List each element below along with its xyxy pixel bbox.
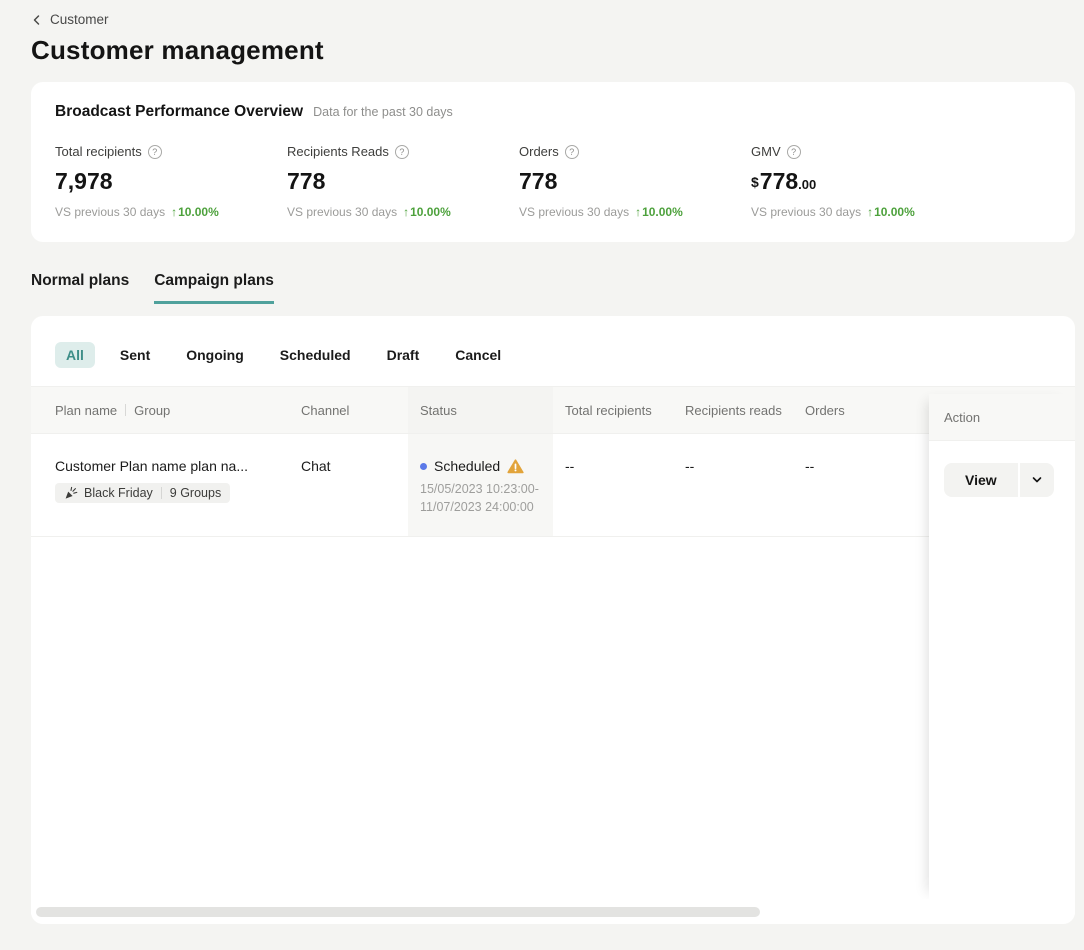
- delta-value: 10.00%: [874, 205, 915, 219]
- currency-prefix: $: [751, 174, 759, 190]
- metric-label: Recipients Reads: [287, 144, 389, 159]
- tab-campaign-plans[interactable]: Campaign plans: [154, 272, 274, 304]
- filter-all[interactable]: All: [55, 342, 95, 368]
- table-row: Customer Plan name plan na... Black Frid…: [31, 434, 1075, 537]
- total-recipients-cell: --: [553, 434, 673, 536]
- action-column: Action View: [929, 394, 1075, 899]
- delta-value: 10.00%: [642, 205, 683, 219]
- filter-draft[interactable]: Draft: [376, 342, 431, 368]
- status-date-start: 15/05/2023 10:23:00-: [420, 480, 553, 498]
- arrow-up-icon: ↑: [171, 205, 177, 219]
- recipients-reads-cell: --: [673, 434, 793, 536]
- compare-label: VS previous 30 days: [519, 205, 629, 219]
- customer-management-page: Customer Customer management Broadcast P…: [31, 0, 1075, 924]
- help-icon[interactable]: ?: [565, 145, 579, 159]
- column-plan-label: Plan name: [55, 403, 117, 418]
- scrollbar-thumb[interactable]: [36, 907, 760, 917]
- compare-label: VS previous 30 days: [287, 205, 397, 219]
- delta-badge: ↑10.00%: [635, 205, 683, 219]
- card-title: Broadcast Performance Overview: [55, 103, 303, 121]
- row-action-button: View: [944, 463, 1054, 497]
- column-status-cell: Status: [408, 387, 553, 433]
- filter-ongoing[interactable]: Ongoing: [175, 342, 255, 368]
- status-filter-chips: All Sent Ongoing Scheduled Draft Cancel: [31, 316, 1075, 368]
- filter-cancel[interactable]: Cancel: [444, 342, 512, 368]
- compare-label: VS previous 30 days: [55, 205, 165, 219]
- tab-normal-plans[interactable]: Normal plans: [31, 272, 129, 304]
- table-header: Plan name Group Channel Status Total rec…: [31, 387, 1075, 434]
- column-action-label: Action: [929, 394, 1075, 441]
- column-plan-group: Plan name Group: [55, 403, 301, 418]
- arrow-up-icon: ↑: [403, 205, 409, 219]
- metric-gmv: GMV ? $778.00 VS previous 30 days ↑10.00…: [751, 144, 983, 219]
- column-total-recipients: Total recipients: [553, 403, 673, 418]
- column-separator: [125, 404, 126, 416]
- help-icon[interactable]: ?: [787, 145, 801, 159]
- metric-value: 778: [519, 168, 751, 195]
- help-icon[interactable]: ?: [148, 145, 162, 159]
- column-channel: Channel: [301, 403, 408, 418]
- metric-orders: Orders ? 778 VS previous 30 days ↑10.00%: [519, 144, 751, 219]
- help-icon[interactable]: ?: [395, 145, 409, 159]
- chevron-left-icon: [31, 14, 43, 26]
- metric-label: Total recipients: [55, 144, 142, 159]
- status-date-end: 11/07/2023 24:00:00: [420, 498, 553, 516]
- campaign-tag[interactable]: Black Friday 9 Groups: [55, 483, 230, 503]
- chevron-down-icon: [1031, 474, 1043, 486]
- filter-sent[interactable]: Sent: [109, 342, 161, 368]
- column-status-label: Status: [408, 403, 457, 418]
- metric-label: Orders: [519, 144, 559, 159]
- delta-value: 10.00%: [410, 205, 451, 219]
- delta-badge: ↑10.00%: [867, 205, 915, 219]
- status-label: Scheduled: [434, 458, 500, 474]
- back-link[interactable]: Customer: [31, 0, 1075, 27]
- warning-icon[interactable]: [507, 459, 524, 474]
- metric-value: $778.00: [751, 168, 983, 195]
- column-group-label: Group: [134, 403, 170, 418]
- compare-label: VS previous 30 days: [751, 205, 861, 219]
- metric-total-recipients: Total recipients ? 7,978 VS previous 30 …: [55, 144, 287, 219]
- delta-badge: ↑10.00%: [171, 205, 219, 219]
- scheduled-dot-icon: [420, 463, 427, 470]
- party-popper-icon: [64, 486, 78, 500]
- delta-value: 10.00%: [178, 205, 219, 219]
- delta-badge: ↑10.00%: [403, 205, 451, 219]
- column-recipients-reads: Recipients reads: [673, 403, 793, 418]
- status-cell: Scheduled 15/05/2023 10:23:00- 11/07/202…: [408, 434, 553, 536]
- plan-cell: Customer Plan name plan na... Black Frid…: [55, 434, 301, 536]
- back-label: Customer: [50, 12, 109, 27]
- metric-label: GMV: [751, 144, 781, 159]
- metric-value: 778: [287, 168, 519, 195]
- more-actions-button[interactable]: [1020, 463, 1054, 497]
- horizontal-scrollbar: [31, 899, 1075, 924]
- plan-name: Customer Plan name plan na...: [55, 458, 301, 474]
- metrics-row: Total recipients ? 7,978 VS previous 30 …: [55, 144, 1051, 219]
- gmv-amount: 778: [760, 168, 798, 194]
- metric-recipients-reads: Recipients Reads ? 778 VS previous 30 da…: [287, 144, 519, 219]
- plan-tabs: Normal plans Campaign plans: [31, 272, 1075, 304]
- tag-groups: 9 Groups: [170, 486, 221, 500]
- channel-cell: Chat: [301, 434, 408, 536]
- arrow-up-icon: ↑: [635, 205, 641, 219]
- page-title: Customer management: [31, 35, 1075, 66]
- broadcast-performance-card: Broadcast Performance Overview Data for …: [31, 82, 1075, 242]
- view-button[interactable]: View: [944, 463, 1018, 497]
- tag-separator: [161, 487, 162, 499]
- card-subtitle: Data for the past 30 days: [313, 105, 453, 119]
- metric-value: 7,978: [55, 168, 287, 195]
- campaign-plans-panel: All Sent Ongoing Scheduled Draft Cancel …: [31, 316, 1075, 924]
- arrow-up-icon: ↑: [867, 205, 873, 219]
- gmv-cents: .00: [798, 177, 816, 192]
- filter-scheduled[interactable]: Scheduled: [269, 342, 362, 368]
- tag-name: Black Friday: [84, 486, 153, 500]
